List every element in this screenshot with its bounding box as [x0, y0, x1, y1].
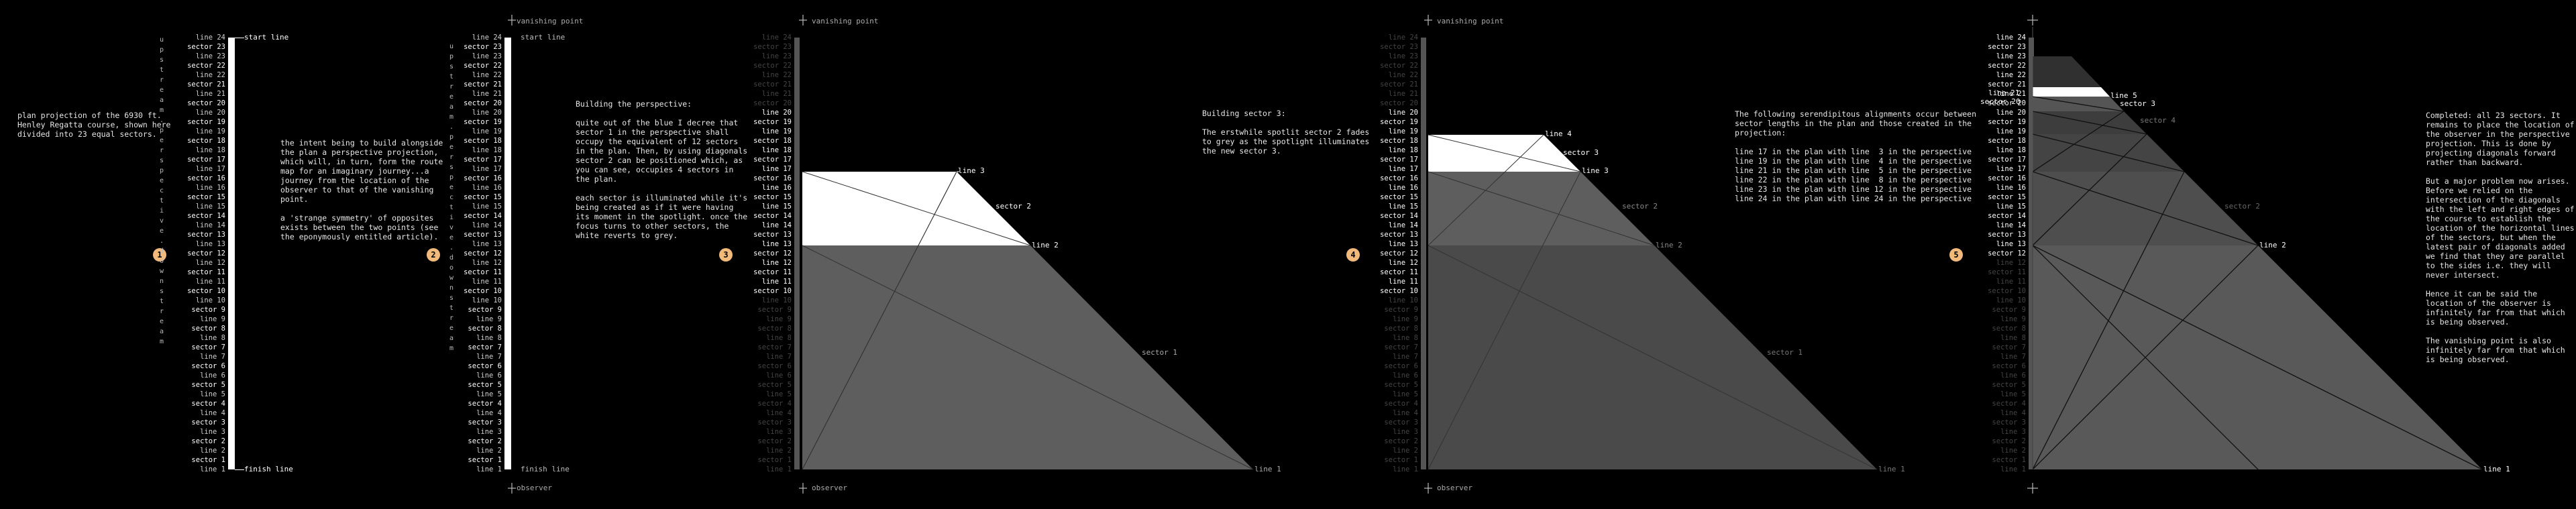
p4-sector-1-label: sector 1	[1767, 348, 1803, 357]
p3-line-2-label: line 2	[1032, 241, 1059, 249]
panel-4-perspective	[1428, 134, 1878, 470]
p3-line-3-label: line 3	[958, 166, 985, 175]
sector-20-label: sector 20	[1980, 97, 2021, 106]
spotlit-sector-shape	[2033, 87, 2110, 97]
p4-line-1-label: line 1	[1878, 465, 1905, 473]
p6-sector-4-label: sector 4	[2140, 116, 2176, 125]
p6-sector-2-label: sector 2	[2224, 202, 2260, 211]
p3-line-1-label: line 1	[1254, 465, 1281, 473]
p4-sector-2-label: sector 2	[1622, 202, 1658, 211]
panel-6-perspective	[2032, 27, 2483, 470]
plan-ruler-6: line 21 sector 20	[1979, 32, 2033, 233]
p4-sector-3-label: sector 3	[1563, 148, 1599, 157]
p4-line-4-label: line 4	[1545, 129, 1572, 138]
p4-line-2-label: line 2	[1656, 241, 1682, 249]
panel-3-perspective	[802, 171, 1254, 470]
p6-line-2-label: line 2	[2259, 241, 2286, 249]
p3-sector-1-label: sector 1	[1142, 348, 1177, 357]
p6-line-1-label: line 1	[2483, 465, 2510, 473]
p4-line-3-label: line 3	[1582, 166, 1609, 175]
p3-sector-2-label: sector 2	[996, 202, 1031, 211]
line-21-label: line 21	[1988, 89, 2020, 97]
p6-sector-3-label: sector 3	[2120, 99, 2155, 108]
perspective-diagrams	[508, 15, 2483, 494]
far-sectors-shape	[2033, 56, 2101, 87]
